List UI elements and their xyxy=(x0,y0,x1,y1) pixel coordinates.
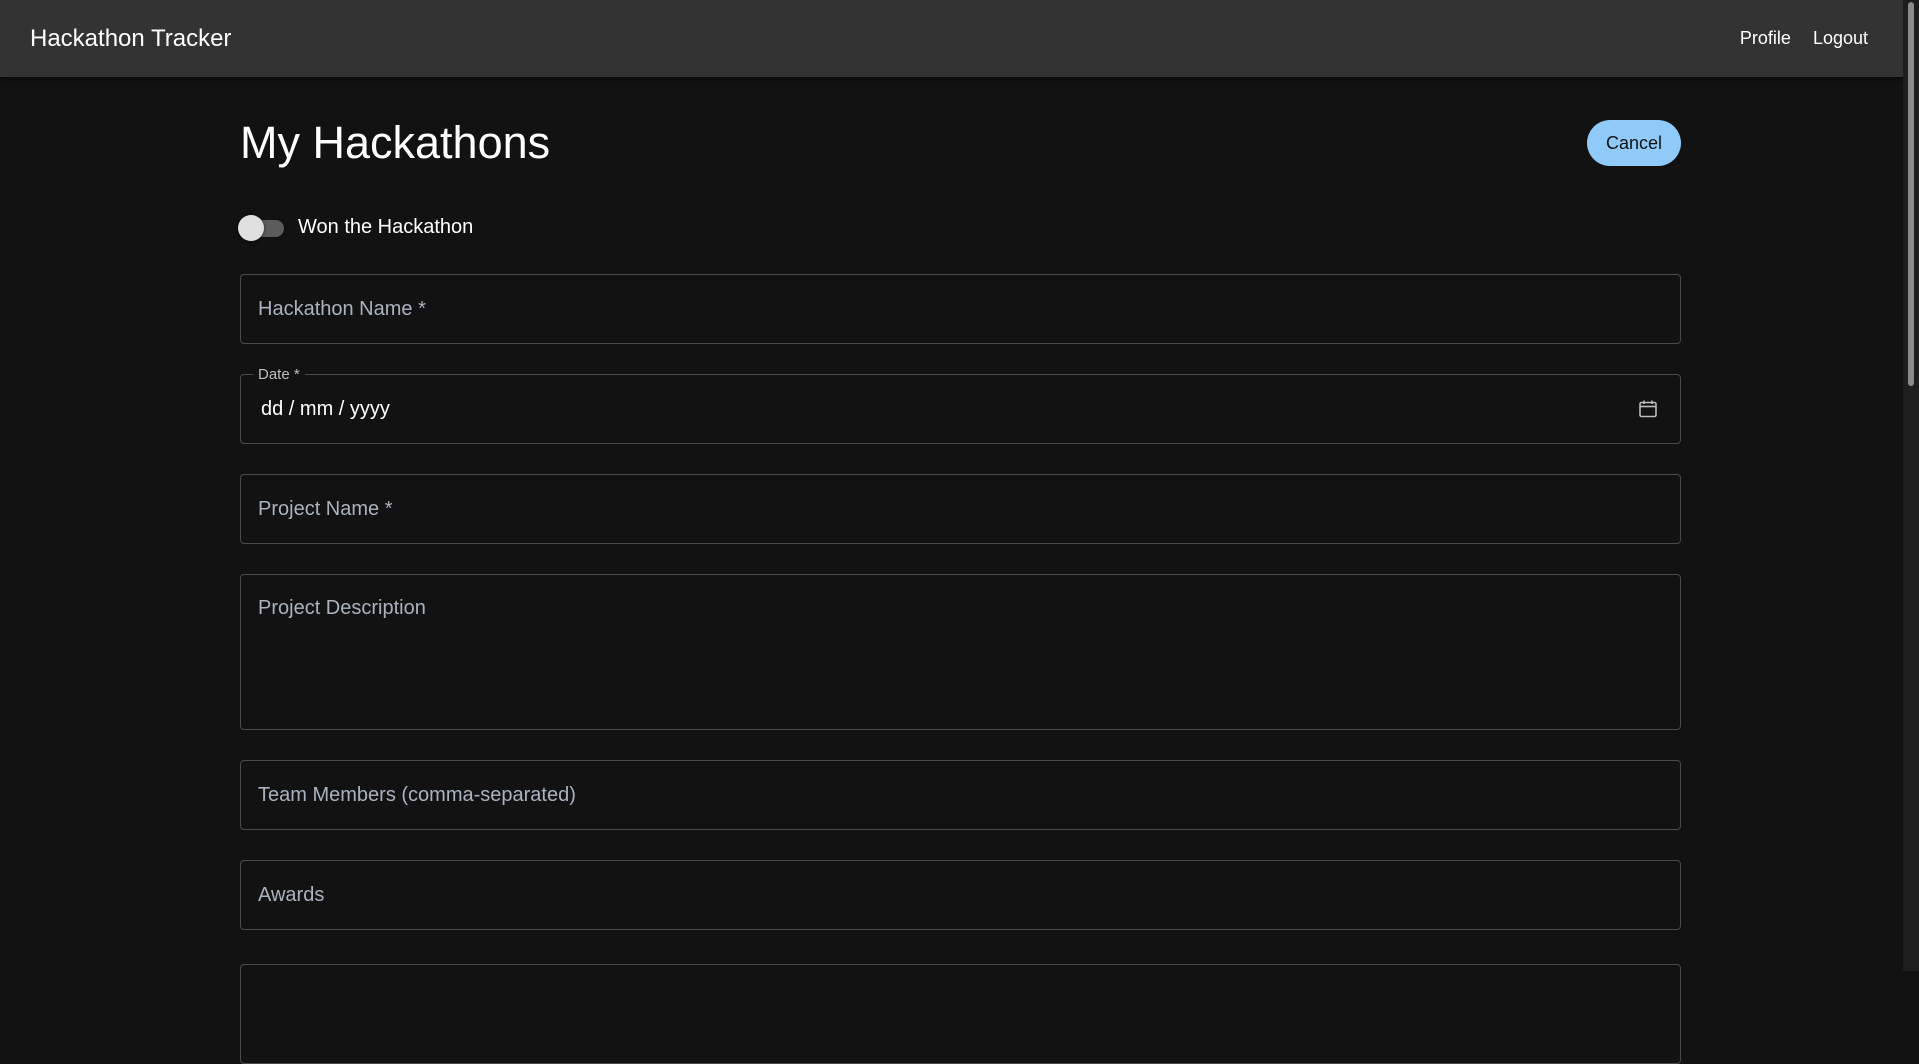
nav-links: Profile Logout xyxy=(1729,20,1879,57)
calendar-icon[interactable] xyxy=(1638,399,1658,419)
page-title: My Hackathons xyxy=(240,117,551,168)
project-name-placeholder: Project Name * xyxy=(258,497,393,520)
project-description-textarea[interactable]: Project Description xyxy=(240,574,1681,730)
page-header: My Hackathons Cancel xyxy=(240,117,1681,168)
main-content: My Hackathons Cancel Won the Hackathon H… xyxy=(238,77,1681,1064)
hackathon-name-placeholder: Hackathon Name * xyxy=(258,297,426,320)
page-scrollbar[interactable] xyxy=(1903,0,1919,971)
won-toggle-switch[interactable] xyxy=(238,215,284,241)
team-members-placeholder: Team Members (comma-separated) xyxy=(258,783,576,806)
scrollbar-thumb[interactable] xyxy=(1908,2,1914,386)
awards-input[interactable]: Awards xyxy=(240,860,1681,930)
hackathon-name-input[interactable]: Hackathon Name * xyxy=(240,274,1681,344)
toggle-thumb xyxy=(238,215,264,241)
awards-placeholder: Awards xyxy=(258,883,325,906)
logout-button[interactable]: Logout xyxy=(1802,20,1879,57)
profile-button[interactable]: Profile xyxy=(1729,20,1802,57)
date-label: Date * xyxy=(253,366,305,383)
project-description-placeholder: Project Description xyxy=(258,597,426,619)
cancel-button[interactable]: Cancel xyxy=(1586,120,1681,166)
app-title: Hackathon Tracker xyxy=(30,24,232,52)
won-toggle-row: Won the Hackathon xyxy=(238,210,1681,244)
next-form-field[interactable] xyxy=(240,964,1681,1064)
project-name-input[interactable]: Project Name * xyxy=(240,474,1681,544)
date-value: dd / mm / yyyy xyxy=(261,397,390,420)
won-toggle-label: Won the Hackathon xyxy=(298,215,474,238)
app-bar: Hackathon Tracker Profile Logout xyxy=(0,0,1903,77)
date-input[interactable]: Date * dd / mm / yyyy xyxy=(240,366,1681,444)
team-members-input[interactable]: Team Members (comma-separated) xyxy=(240,760,1681,830)
